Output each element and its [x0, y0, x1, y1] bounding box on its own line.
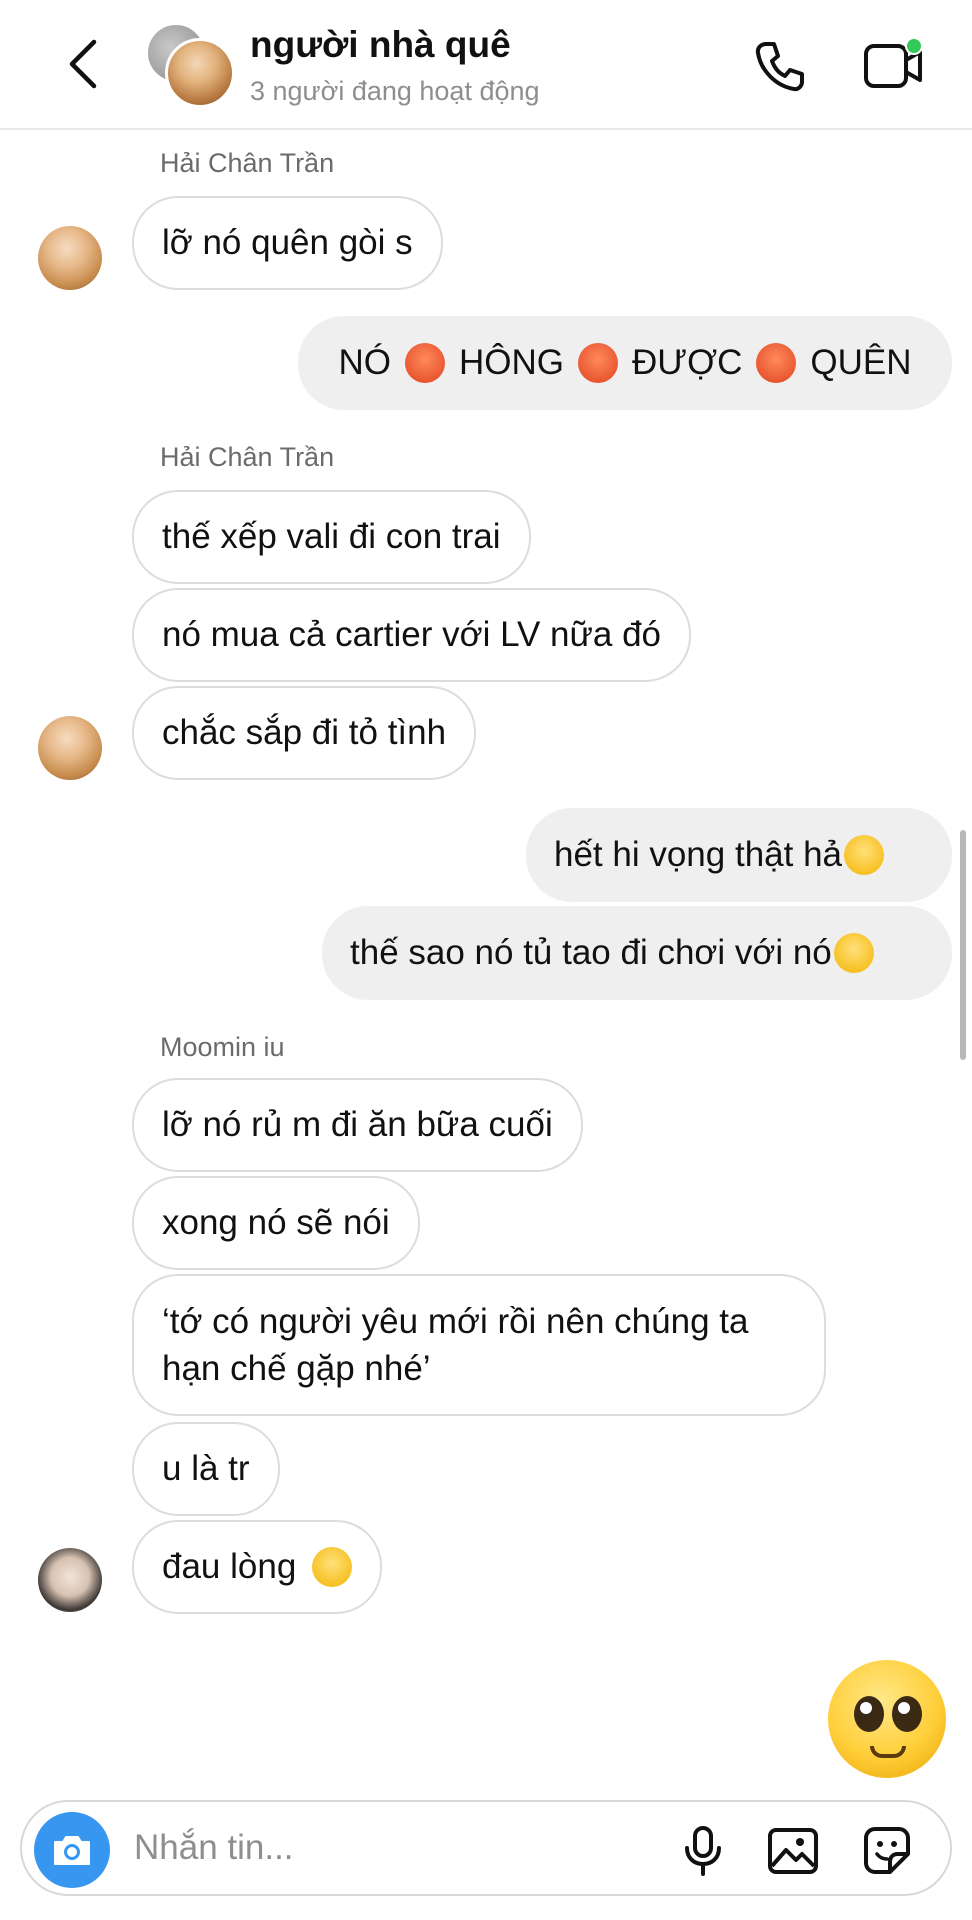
message-text: đau lòng	[162, 1547, 297, 1586]
pleading-face-icon[interactable]	[828, 1660, 946, 1778]
angry-face-icon	[404, 343, 445, 383]
message-text: xong nó sẽ nói	[162, 1203, 390, 1242]
incoming-message[interactable]: thế xếp vali đi con trai	[132, 490, 531, 584]
avatar[interactable]	[38, 716, 102, 780]
sender-name: Moomin iu	[160, 1032, 285, 1062]
avatar[interactable]	[38, 226, 102, 290]
avatar	[165, 38, 235, 108]
incoming-message[interactable]: u là tr	[132, 1422, 280, 1516]
video-camera-icon	[864, 37, 923, 88]
incoming-message[interactable]: xong nó sẽ nói	[132, 1176, 420, 1270]
group-avatar[interactable]	[145, 22, 235, 108]
phone-icon	[755, 42, 804, 92]
outgoing-message[interactable]: NÓ HÔNG ĐƯỢC QUÊN	[298, 316, 952, 410]
message-text: thế sao nó tủ tao đi chơi với nó	[350, 933, 832, 972]
pensive-face-icon	[844, 835, 884, 875]
outgoing-message[interactable]: thế sao nó tủ tao đi chơi với nó	[322, 906, 952, 1000]
sender-name: Hải Chân Trần	[160, 148, 335, 178]
voice-message-button[interactable]	[676, 1824, 730, 1878]
gallery-button[interactable]	[766, 1824, 820, 1878]
message-text: lỡ nó rủ m đi ăn bữa cuối	[162, 1105, 553, 1144]
call-button[interactable]	[752, 38, 808, 94]
incoming-message[interactable]: ‘tớ có người yêu mới rồi nên chúng ta hạ…	[132, 1274, 826, 1416]
message-text: hạn chế gặp nhé’	[162, 1349, 431, 1388]
sender-name: Hải Chân Trần	[160, 442, 335, 472]
message-text: ‘tớ có người yêu mới rồi nên chúng ta	[162, 1302, 749, 1341]
sticker-icon	[864, 1827, 910, 1874]
disappointed-face-icon	[833, 933, 874, 973]
image-icon	[768, 1828, 818, 1874]
microphone-icon	[685, 1826, 721, 1876]
sticker-button[interactable]	[860, 1824, 914, 1878]
outgoing-message[interactable]: hết hi vọng thật hả	[526, 808, 952, 902]
camera-button[interactable]	[34, 1812, 110, 1888]
incoming-message[interactable]: đau lòng	[132, 1520, 383, 1614]
message-text: thế xếp vali đi con trai	[162, 517, 501, 556]
message-text: HÔNG	[458, 343, 564, 382]
message-text: QUÊN	[810, 343, 912, 382]
video-call-button[interactable]	[862, 36, 926, 96]
angry-face-icon	[756, 343, 797, 383]
scrollbar[interactable]	[960, 830, 966, 1060]
camera-icon	[54, 1836, 90, 1865]
active-status: 3 người đang hoạt động	[250, 76, 540, 106]
incoming-message[interactable]: chắc sắp đi tỏ tình	[132, 686, 477, 780]
message-text: nó mua cả cartier với LV nữa đó	[162, 615, 662, 654]
message-text: ĐƯỢC	[631, 343, 743, 382]
message-text: NÓ	[338, 343, 391, 382]
online-dot	[905, 37, 923, 55]
avatar[interactable]	[38, 1548, 102, 1612]
incoming-message[interactable]: nó mua cả cartier với LV nữa đó	[132, 588, 692, 682]
chevron-left-icon	[69, 39, 97, 89]
incoming-message[interactable]: lỡ nó rủ m đi ăn bữa cuối	[132, 1078, 583, 1172]
chat-title[interactable]: người nhà quê	[250, 24, 511, 66]
chat-header: người nhà quê 3 người đang hoạt động	[0, 0, 972, 130]
message-text: u là tr	[162, 1449, 250, 1488]
angry-face-icon	[577, 343, 618, 383]
message-text: lỡ nó quên gòi s	[162, 223, 413, 262]
message-composer: Nhắn tin...	[20, 1800, 952, 1896]
message-text: hết hi vọng thật hả	[554, 835, 842, 874]
message-text: chắc sắp đi tỏ tình	[162, 713, 447, 752]
incoming-message[interactable]: lỡ nó quên gòi s	[132, 196, 443, 290]
message-input[interactable]: Nhắn tin...	[134, 1828, 294, 1868]
back-button[interactable]	[60, 34, 110, 94]
weary-face-icon	[312, 1547, 353, 1587]
